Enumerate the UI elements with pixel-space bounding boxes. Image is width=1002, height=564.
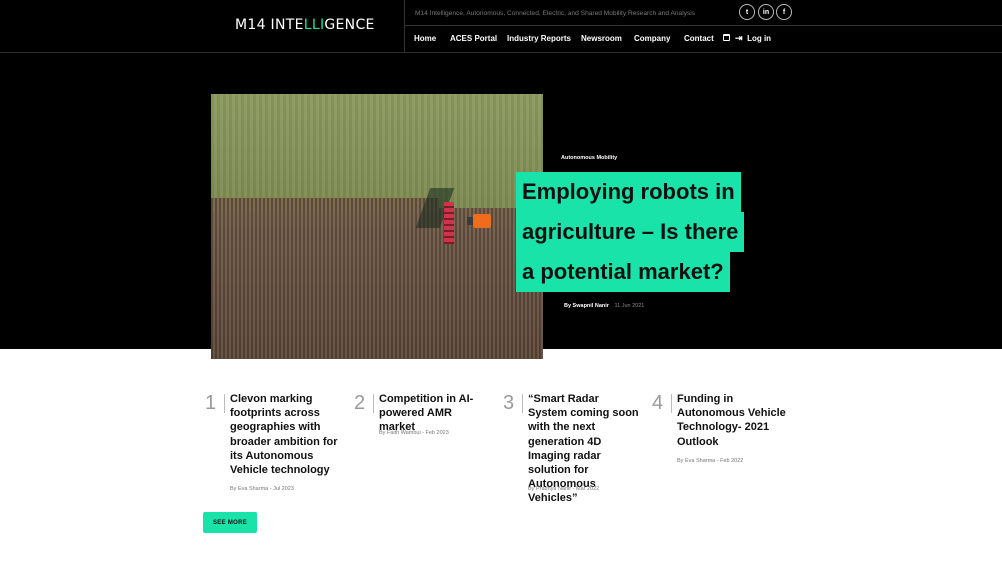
tractor-implement bbox=[444, 202, 454, 244]
logo-text-suffix: GENCE bbox=[324, 17, 375, 33]
site-logo[interactable]: M14 INTELLIGENCE bbox=[235, 17, 375, 33]
nav-newsroom[interactable]: Newsroom bbox=[581, 34, 622, 43]
hero-author[interactable]: By Swapnil Nanir bbox=[564, 303, 609, 309]
login-icon: ⇥ bbox=[735, 33, 743, 43]
hero-headline-line: a potential market? bbox=[516, 252, 730, 292]
article-divider bbox=[522, 394, 523, 413]
article-meta: By Faith Wambui - Feb 2023 bbox=[379, 430, 449, 436]
login-label: Log in bbox=[747, 34, 772, 43]
nav-aces-portal[interactable]: ACES Portal bbox=[450, 34, 497, 43]
article-number: 1 bbox=[205, 392, 217, 414]
article-title[interactable]: Clevon marking footprints across geograp… bbox=[230, 392, 342, 477]
logo-text-prefix: M14 INTE bbox=[235, 17, 304, 33]
hero-byline: By Swapnil Nanir 11 Jun 2021 bbox=[564, 303, 644, 309]
article-meta: By Eva Sharma - Feb 2022 bbox=[677, 458, 744, 464]
article-title[interactable]: Competition in AI-powered AMR market bbox=[379, 392, 491, 435]
nav-industry-reports[interactable]: Industry Reports bbox=[507, 34, 571, 43]
login-link[interactable]: ⇥ Log in bbox=[735, 33, 771, 44]
article-meta: By Eva Sharma - Jul 2023 bbox=[230, 486, 294, 492]
hero-date: 11 Jun 2021 bbox=[614, 303, 645, 309]
article-divider bbox=[671, 394, 672, 413]
article-title[interactable]: Funding in Autonomous Vehicle Technology… bbox=[677, 392, 789, 449]
hero-image[interactable] bbox=[211, 94, 543, 359]
hero-headline[interactable]: Employing robots in agriculture – Is the… bbox=[516, 172, 746, 292]
hero-headline-line: agriculture – Is there bbox=[516, 212, 745, 252]
field-grass bbox=[211, 94, 543, 208]
article-divider bbox=[224, 394, 225, 413]
logo-text-accent: LLI bbox=[303, 17, 325, 33]
twitter-icon[interactable]: t bbox=[739, 4, 755, 20]
see-more-button[interactable]: SEE MORE bbox=[203, 512, 257, 533]
hero-category[interactable]: Autonomous Mobility bbox=[561, 155, 617, 161]
facebook-icon[interactable]: f bbox=[776, 4, 792, 20]
nav-contact[interactable]: Contact bbox=[684, 34, 714, 43]
field-tilled-strip bbox=[211, 198, 439, 212]
article-number: 3 bbox=[503, 392, 515, 414]
article-number: 4 bbox=[652, 392, 664, 414]
calendar-icon[interactable] bbox=[723, 34, 730, 41]
header-horizontal-divider bbox=[404, 25, 1002, 26]
field-soil bbox=[211, 208, 543, 359]
article-meta: By Pradnya Nanir - Mar 2022 bbox=[528, 486, 600, 492]
nav-home[interactable]: Home bbox=[414, 34, 436, 43]
article-number: 2 bbox=[354, 392, 366, 414]
article-divider bbox=[373, 394, 374, 413]
tractor bbox=[473, 214, 491, 228]
hero-headline-line: Employing robots in bbox=[516, 172, 741, 212]
nav-company[interactable]: Company bbox=[634, 34, 670, 43]
linkedin-icon[interactable]: in bbox=[758, 4, 774, 20]
top-bar bbox=[0, 0, 1002, 53]
site-tagline: M14 Intelligence, Autonomous, Connected,… bbox=[415, 10, 696, 17]
header-vertical-divider bbox=[404, 0, 405, 52]
